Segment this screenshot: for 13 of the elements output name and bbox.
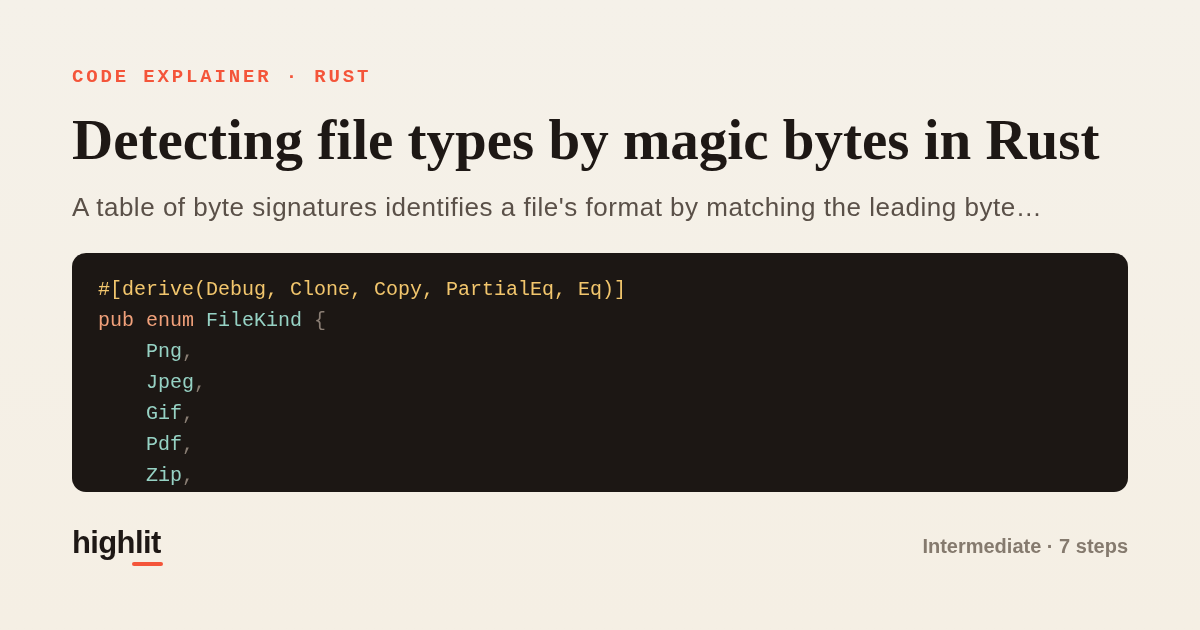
underline-icon (131, 562, 163, 566)
page-title: Detecting file types by magic bytes in Rust (72, 108, 1100, 172)
difficulty-steps-label: Intermediate · 7 steps (922, 534, 1128, 559)
code-line: Pdf, (146, 433, 195, 456)
logo-wordmark: highlit (72, 526, 161, 560)
code-line: #[derive(Debug, Clone, Copy, PartialEq, Eq)] (98, 278, 627, 301)
code-line: Gif, (146, 402, 195, 425)
eyebrow-label: CODE EXPLAINER · RUST (72, 65, 372, 90)
code-line: Zip, (146, 464, 195, 487)
code-line: Jpeg, (146, 371, 207, 394)
code-line: Png, (146, 340, 195, 363)
subtitle: A table of byte signatures identifies a file's format by matching the leading byte… (72, 191, 1043, 224)
code-line: pub enum FileKind { (98, 309, 327, 332)
